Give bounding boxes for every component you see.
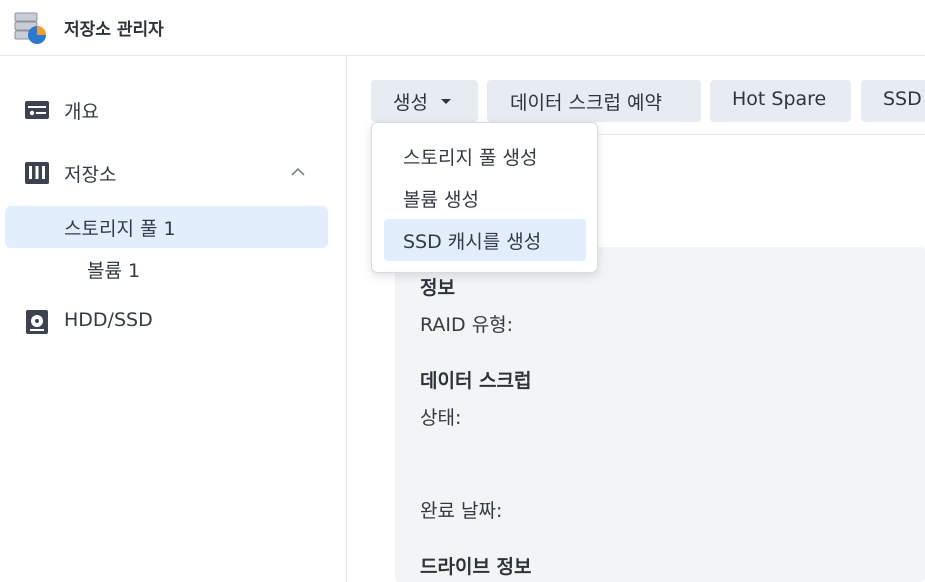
info-heading: 정보 [420,277,455,299]
storage-icon [25,162,49,184]
schedule-scrub-label: 데이터 스크럽 예약 [510,92,662,114]
sidebar-item-volume-1[interactable]: 볼륨 1 [0,248,346,290]
chevron-up-icon[interactable] [288,162,308,182]
menu-item-create-volume[interactable]: 볼륨 생성 [384,177,586,219]
completion-date-label: 완료 날짜: [420,500,503,522]
sidebar-item-label: 개요 [64,101,99,123]
menu-item-create-storage-pool[interactable]: 스토리지 풀 생성 [384,135,586,177]
sidebar: 개요 저장소 스토리지 풀 1 볼륨 1 HDD/SSD [0,56,347,582]
sidebar-item-label: 스토리지 풀 1 [64,218,176,240]
raid-type-label: RAID 유형: [420,314,514,336]
hot-spare-button[interactable]: Hot Spare [710,80,851,122]
menu-item-create-ssd-cache[interactable]: SSD 캐시를 생성 [384,219,586,261]
sidebar-item-label: 볼륨 1 [87,260,141,282]
schedule-scrub-button[interactable]: 데이터 스크럽 예약 [487,80,701,122]
sidebar-item-overview[interactable]: 개요 [0,89,346,131]
storage-manager-icon [14,12,46,44]
pool-info-card: 정보 RAID 유형: 데이터 스크럽 상태: 완료 날짜: 드라이브 정보 [395,247,925,582]
caret-down-icon [441,99,451,104]
ssd-button[interactable]: SSD [861,80,925,122]
menu-item-label: 볼륨 생성 [403,189,479,211]
app-title: 저장소 관리자 [64,20,164,40]
menu-item-label: 스토리지 풀 생성 [403,147,538,169]
ssd-button-label: SSD [883,88,922,110]
sidebar-item-label: 저장소 [64,164,117,186]
menu-item-label: SSD 캐시를 생성 [403,231,542,253]
create-dropdown-menu: 스토리지 풀 생성 볼륨 생성 SSD 캐시를 생성 [371,122,598,273]
title-bar: 저장소 관리자 [0,0,925,56]
sidebar-item-label: HDD/SSD [64,309,153,331]
create-button-label: 생성 [393,92,428,114]
status-label: 상태: [420,407,462,429]
hot-spare-label: Hot Spare [732,88,827,110]
sidebar-item-hdd-ssd[interactable]: HDD/SSD [0,301,346,343]
create-button[interactable]: 생성 [371,80,478,122]
overview-icon [25,101,49,119]
sidebar-item-storage[interactable]: 저장소 [0,152,346,194]
drive-info-heading: 드라이브 정보 [420,556,532,578]
sidebar-item-storage-pool-1[interactable]: 스토리지 풀 1 [5,206,328,248]
hdd-icon [26,310,48,334]
scrub-heading: 데이터 스크럽 [420,370,532,392]
